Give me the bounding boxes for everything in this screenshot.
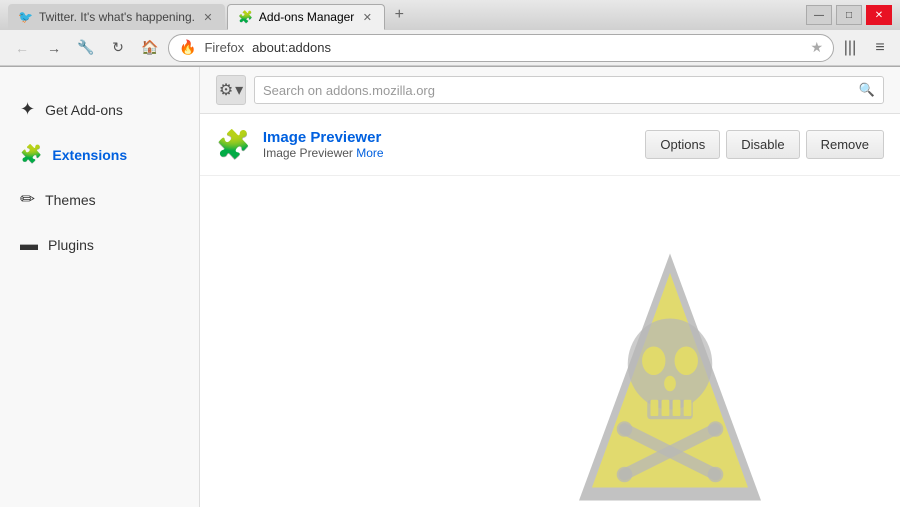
bookmark-star-icon[interactable]: ★: [810, 39, 823, 56]
library-icon[interactable]: |||: [838, 36, 862, 60]
back-button[interactable]: ←: [8, 34, 36, 62]
addon-toolbar: ⚙ ▾ Search on addons.mozilla.org 🔍: [200, 67, 900, 114]
plugins-label: Plugins: [48, 237, 94, 253]
search-icon: 🔍: [859, 82, 875, 98]
gear-button[interactable]: ⚙ ▾: [216, 75, 246, 105]
extension-info: Image Previewer Image Previewer More: [263, 129, 634, 160]
menu-icon[interactable]: ≡: [868, 36, 892, 60]
themes-icon: ✏: [20, 189, 35, 210]
search-placeholder: Search on addons.mozilla.org: [263, 83, 435, 98]
extension-buttons: Options Disable Remove: [645, 130, 884, 159]
twitter-tab[interactable]: 🐦 Twitter. It's what's happening. ✕: [8, 4, 225, 30]
disable-button[interactable]: Disable: [726, 130, 799, 159]
gear-icon: ⚙: [219, 80, 233, 100]
sidebar-item-get-addons[interactable]: ✦ Get Add-ons: [0, 87, 199, 132]
minimize-button[interactable]: —: [806, 5, 832, 25]
content-area: ⚙ ▾ Search on addons.mozilla.org 🔍 🧩 Ima…: [200, 67, 900, 507]
sidebar: ✦ Get Add-ons 🧩 Extensions ✏ Themes ▬ Pl…: [0, 67, 200, 507]
maximize-button[interactable]: □: [836, 5, 862, 25]
forward-button[interactable]: →: [40, 34, 68, 62]
addons-tab-close[interactable]: ✕: [360, 10, 374, 24]
warning-overlay: [450, 127, 900, 507]
addon-tab-icon: 🧩: [238, 10, 253, 24]
options-button[interactable]: Options: [645, 130, 720, 159]
get-addons-label: Get Add-ons: [45, 102, 123, 118]
new-tab-button[interactable]: +: [387, 3, 411, 27]
extension-row: 🧩 Image Previewer Image Previewer More O…: [200, 114, 900, 176]
address-input[interactable]: [252, 40, 802, 55]
extension-more-link[interactable]: More: [356, 146, 383, 160]
extension-icon: 🧩: [216, 128, 251, 161]
twitter-tab-label: Twitter. It's what's happening.: [39, 10, 195, 24]
tools-button[interactable]: 🔧: [72, 34, 100, 62]
search-box[interactable]: Search on addons.mozilla.org 🔍: [254, 76, 884, 104]
gear-dropdown-icon: ▾: [235, 80, 243, 100]
close-button[interactable]: ✕: [866, 5, 892, 25]
sidebar-item-themes[interactable]: ✏ Themes: [0, 177, 199, 222]
get-addons-icon: ✦: [20, 99, 35, 120]
browser-label: Firefox: [204, 40, 244, 55]
plugins-icon: ▬: [20, 234, 38, 255]
extension-name: Image Previewer: [263, 129, 634, 146]
address-bar[interactable]: 🔥 Firefox ★: [168, 34, 834, 62]
extension-description: Image Previewer More: [263, 146, 634, 160]
title-bar: 🐦 Twitter. It's what's happening. ✕ 🧩 Ad…: [0, 0, 900, 30]
warning-sign-svg: [530, 247, 810, 507]
remove-button[interactable]: Remove: [806, 130, 884, 159]
addons-tab[interactable]: 🧩 Add-ons Manager ✕: [227, 4, 385, 30]
sidebar-item-plugins[interactable]: ▬ Plugins: [0, 222, 199, 267]
firefox-logo: 🔥: [179, 39, 196, 56]
home-button[interactable]: 🏠: [136, 34, 164, 62]
themes-label: Themes: [45, 192, 96, 208]
twitter-icon: 🐦: [18, 10, 33, 24]
window-chrome: 🐦 Twitter. It's what's happening. ✕ 🧩 Ad…: [0, 0, 900, 67]
nav-right-buttons: ||| ≡: [838, 36, 892, 60]
extensions-label: Extensions: [52, 147, 127, 163]
window-controls: — □ ✕: [806, 5, 892, 25]
addons-tab-label: Add-ons Manager: [259, 10, 354, 24]
reload-button[interactable]: ↻: [104, 34, 132, 62]
extensions-icon: 🧩: [20, 144, 42, 165]
twitter-tab-close[interactable]: ✕: [201, 10, 215, 24]
sidebar-item-extensions[interactable]: 🧩 Extensions: [0, 132, 199, 177]
main-layout: ✦ Get Add-ons 🧩 Extensions ✏ Themes ▬ Pl…: [0, 67, 900, 507]
nav-bar: ← → 🔧 ↻ 🏠 🔥 Firefox ★ ||| ≡: [0, 30, 900, 66]
